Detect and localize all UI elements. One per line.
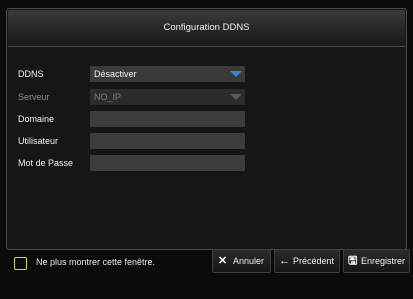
dialog-title: Configuration DDNS bbox=[163, 22, 250, 33]
domaine-label: Domaine bbox=[18, 114, 55, 124]
dont-show-again-label: Ne plus montrer cette fenêtre. bbox=[36, 257, 156, 267]
arrow-left-icon: ← bbox=[279, 255, 290, 267]
enregistrer-label: Enregistrer bbox=[361, 256, 406, 266]
precedent-button[interactable]: ← Précédent bbox=[274, 249, 340, 273]
domaine-input[interactable] bbox=[90, 111, 245, 127]
close-icon: ✕ bbox=[218, 255, 228, 267]
enregistrer-button[interactable]: 🖫 Enregistrer bbox=[343, 249, 410, 273]
ddns-config-dialog: Configuration DDNS bbox=[6, 8, 407, 250]
annuler-label: Annuler bbox=[233, 256, 265, 266]
chevron-down-icon bbox=[230, 94, 242, 100]
annuler-button[interactable]: ✕ Annuler bbox=[212, 249, 271, 273]
precedent-label: Précédent bbox=[293, 256, 335, 266]
dialog-titlebar: Configuration DDNS bbox=[8, 10, 405, 47]
chevron-down-icon bbox=[230, 71, 242, 77]
dont-show-again-checkbox[interactable] bbox=[14, 257, 27, 270]
serveur-select-value: NO_IP bbox=[94, 92, 122, 102]
serveur-label: Serveur bbox=[18, 92, 50, 102]
ddns-select-value: Désactiver bbox=[94, 69, 137, 79]
mot-de-passe-input[interactable] bbox=[90, 155, 245, 171]
mot-de-passe-label: Mot de Passe bbox=[18, 158, 74, 168]
serveur-select[interactable]: NO_IP bbox=[90, 89, 245, 105]
ddns-label: DDNS bbox=[18, 69, 44, 79]
ddns-select[interactable]: Désactiver bbox=[90, 66, 245, 82]
save-icon: 🖫 bbox=[348, 255, 358, 267]
utilisateur-label: Utilisateur bbox=[18, 136, 59, 146]
utilisateur-input[interactable] bbox=[90, 133, 245, 149]
